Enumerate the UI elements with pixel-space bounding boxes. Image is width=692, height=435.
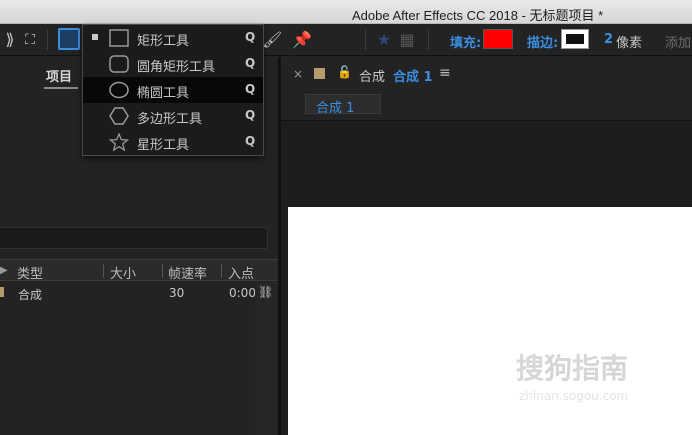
column-size[interactable]: 大小 <box>110 263 136 282</box>
project-column-header: ▶ 类型 大小 帧速率 入点 <box>0 259 278 282</box>
window-title: Adobe After Effects CC 2018 - 无标题项目 * <box>352 8 604 23</box>
composition-color-icon <box>0 287 4 297</box>
row-fps: 30 <box>169 286 185 300</box>
tab-composition-prefix[interactable]: 合成 <box>359 66 385 85</box>
star-toggle-icon[interactable]: ★ <box>374 30 394 50</box>
menu-item-shortcut: Q <box>245 134 256 148</box>
composition-tab-bar: × 🔓 合成 合成 1 ≡ 合成 1 <box>281 57 692 121</box>
toolbar-separator <box>428 30 429 50</box>
rectangle-icon <box>109 29 129 47</box>
pin-icon[interactable]: 📌 <box>292 30 312 50</box>
stroke-width-value[interactable]: 2 <box>604 32 613 47</box>
menu-item-rectangle-tool[interactable]: 矩形工具 Q <box>83 25 263 51</box>
composition-color-icon <box>314 68 325 79</box>
column-separator[interactable] <box>103 264 104 278</box>
composition-panel: × 🔓 合成 合成 1 ≡ 合成 1 搜狗指南 zhinan.sogou.com <box>281 57 692 435</box>
selected-bullet-icon <box>92 34 98 40</box>
menu-item-shortcut: Q <box>245 82 256 96</box>
close-icon[interactable]: × <box>293 67 303 81</box>
menu-item-label: 椭圆工具 <box>137 86 190 101</box>
composition-canvas[interactable] <box>288 207 692 435</box>
menu-item-rounded-rectangle-tool[interactable]: 圆角矩形工具 Q <box>83 51 263 77</box>
menu-item-label: 星形工具 <box>137 138 190 153</box>
project-search-input[interactable] <box>0 227 268 249</box>
tab-composition-name[interactable]: 合成 1 <box>393 66 433 85</box>
camera-orbit-icon[interactable]: ⛶ <box>20 30 40 50</box>
ellipse-icon <box>109 81 129 99</box>
sort-arrow-icon[interactable]: ▶ <box>0 265 8 276</box>
rounded-rectangle-icon <box>109 55 129 73</box>
shape-tool-menu: 矩形工具 Q 圆角矩形工具 Q 椭圆工具 Q 多边形工具 Q 星形工具 Q <box>82 24 264 156</box>
column-type[interactable]: 类型 <box>17 263 43 282</box>
fill-color-swatch[interactable] <box>483 29 513 49</box>
toolbar-separator <box>47 30 48 50</box>
menu-item-polygon-tool[interactable]: 多边形工具 Q <box>83 103 263 129</box>
panel-menu-icon[interactable]: ≡ <box>439 65 451 81</box>
menu-item-shortcut: Q <box>245 108 256 122</box>
star-icon <box>109 133 129 151</box>
menu-item-label: 矩形工具 <box>137 34 190 49</box>
breadcrumb-label: 合成 1 <box>316 101 355 116</box>
fill-label[interactable]: 填充: <box>450 32 481 51</box>
row-type: 合成 <box>18 288 43 302</box>
toolbar-separator <box>365 30 366 50</box>
tab-project[interactable]: 项目 <box>46 66 72 85</box>
watermark-url: zhinan.sogou.com <box>519 389 629 403</box>
table-row[interactable]: 合成 30 0:00: <box>0 282 260 304</box>
panel-scroll-column[interactable] <box>255 282 278 435</box>
stroke-color-swatch[interactable] <box>561 29 589 49</box>
flowchart-icon[interactable]: ⛓ <box>258 285 273 299</box>
menu-item-shortcut: Q <box>245 56 256 70</box>
stroke-width-unit: 像素 <box>616 36 643 51</box>
menu-item-ellipse-tool[interactable]: 椭圆工具 Q <box>83 77 263 103</box>
menu-item-shortcut: Q <box>245 30 256 44</box>
column-separator[interactable] <box>221 264 222 278</box>
title-bar: Adobe After Effects CC 2018 - 无标题项目 * <box>0 0 692 24</box>
composition-breadcrumb[interactable]: 合成 1 <box>305 94 381 116</box>
column-separator[interactable] <box>162 264 163 278</box>
stroke-label[interactable]: 描边: <box>527 32 558 51</box>
watermark-text: 搜狗指南 <box>516 352 629 385</box>
grid-toggle-icon[interactable]: ▦ <box>397 30 417 50</box>
add-button[interactable]: 添加 <box>665 32 691 51</box>
rectangle-tool-button[interactable] <box>58 28 80 50</box>
tab-underline <box>44 87 78 89</box>
menu-item-label: 多边形工具 <box>137 112 203 127</box>
lock-icon[interactable]: 🔓 <box>337 65 352 79</box>
column-fps[interactable]: 帧速率 <box>168 263 207 282</box>
column-in-point[interactable]: 入点 <box>228 263 254 282</box>
brush-icon[interactable]: 🖌 <box>262 30 282 50</box>
hand-icon[interactable]: ⟫ <box>0 30 20 50</box>
menu-item-label: 圆角矩形工具 <box>137 60 216 75</box>
menu-item-star-tool[interactable]: 星形工具 Q <box>83 129 263 155</box>
polygon-icon <box>109 107 129 125</box>
